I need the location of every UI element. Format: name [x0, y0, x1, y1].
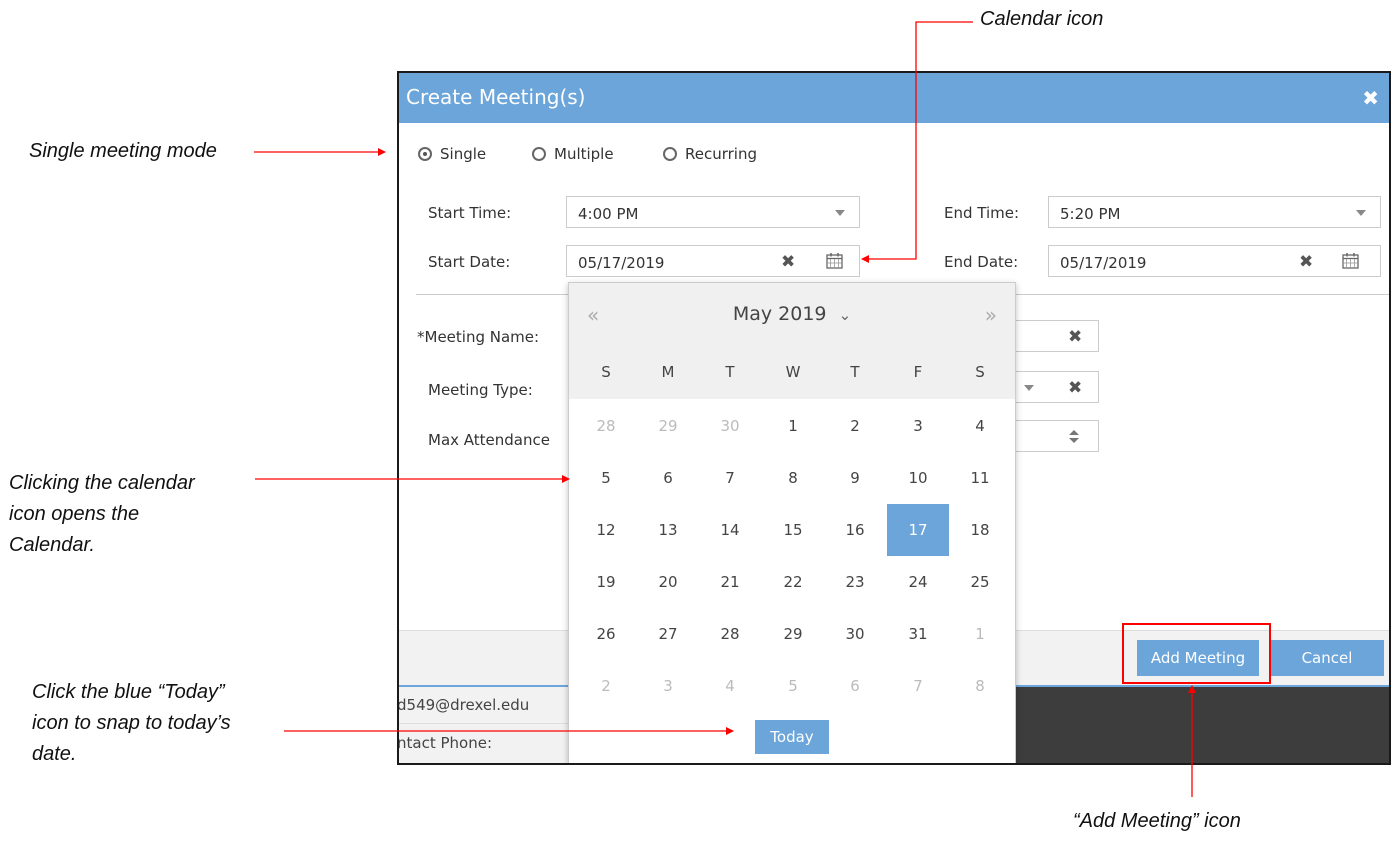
arrow-calendar-icon: [861, 21, 973, 263]
add-meeting-highlight: [1122, 623, 1271, 684]
annotation-overlay: [254, 21, 1271, 797]
